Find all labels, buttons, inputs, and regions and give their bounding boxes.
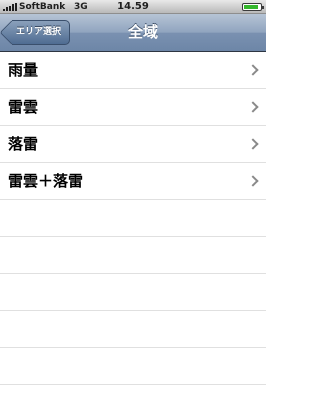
empty-row <box>0 237 266 274</box>
battery-level <box>244 5 259 9</box>
status-bar: SoftBank 3G 14.59 <box>0 0 266 14</box>
back-button-label: エリア選択 <box>16 27 62 37</box>
chevron-right-icon <box>247 64 259 76</box>
empty-row <box>0 274 266 311</box>
list-item-rain[interactable]: 雨量 <box>0 52 266 89</box>
empty-row <box>0 348 266 385</box>
list-item-label: 落雷 <box>8 135 39 153</box>
chevron-right-icon <box>247 175 259 187</box>
list-item-label: 雷雲 <box>8 98 39 116</box>
navigation-bar: エリア選択 全域 <box>0 14 266 52</box>
list-item-thundercloud-lightning[interactable]: 雷雲＋落雷 <box>0 163 266 200</box>
list-item-lightning[interactable]: 落雷 <box>0 126 266 163</box>
chevron-right-icon <box>247 101 259 113</box>
list-item-label: 雨量 <box>8 61 39 79</box>
battery-icon <box>242 3 264 11</box>
empty-row <box>0 200 266 237</box>
list-item-thundercloud[interactable]: 雷雲 <box>0 89 266 126</box>
empty-row <box>0 311 266 348</box>
chevron-right-icon <box>247 138 259 150</box>
status-time: 14.59 <box>117 1 149 12</box>
list-item-label: 雷雲＋落雷 <box>8 172 84 190</box>
menu-table: 雨量 雷雲 落雷 雷雲＋落雷 <box>0 52 266 400</box>
